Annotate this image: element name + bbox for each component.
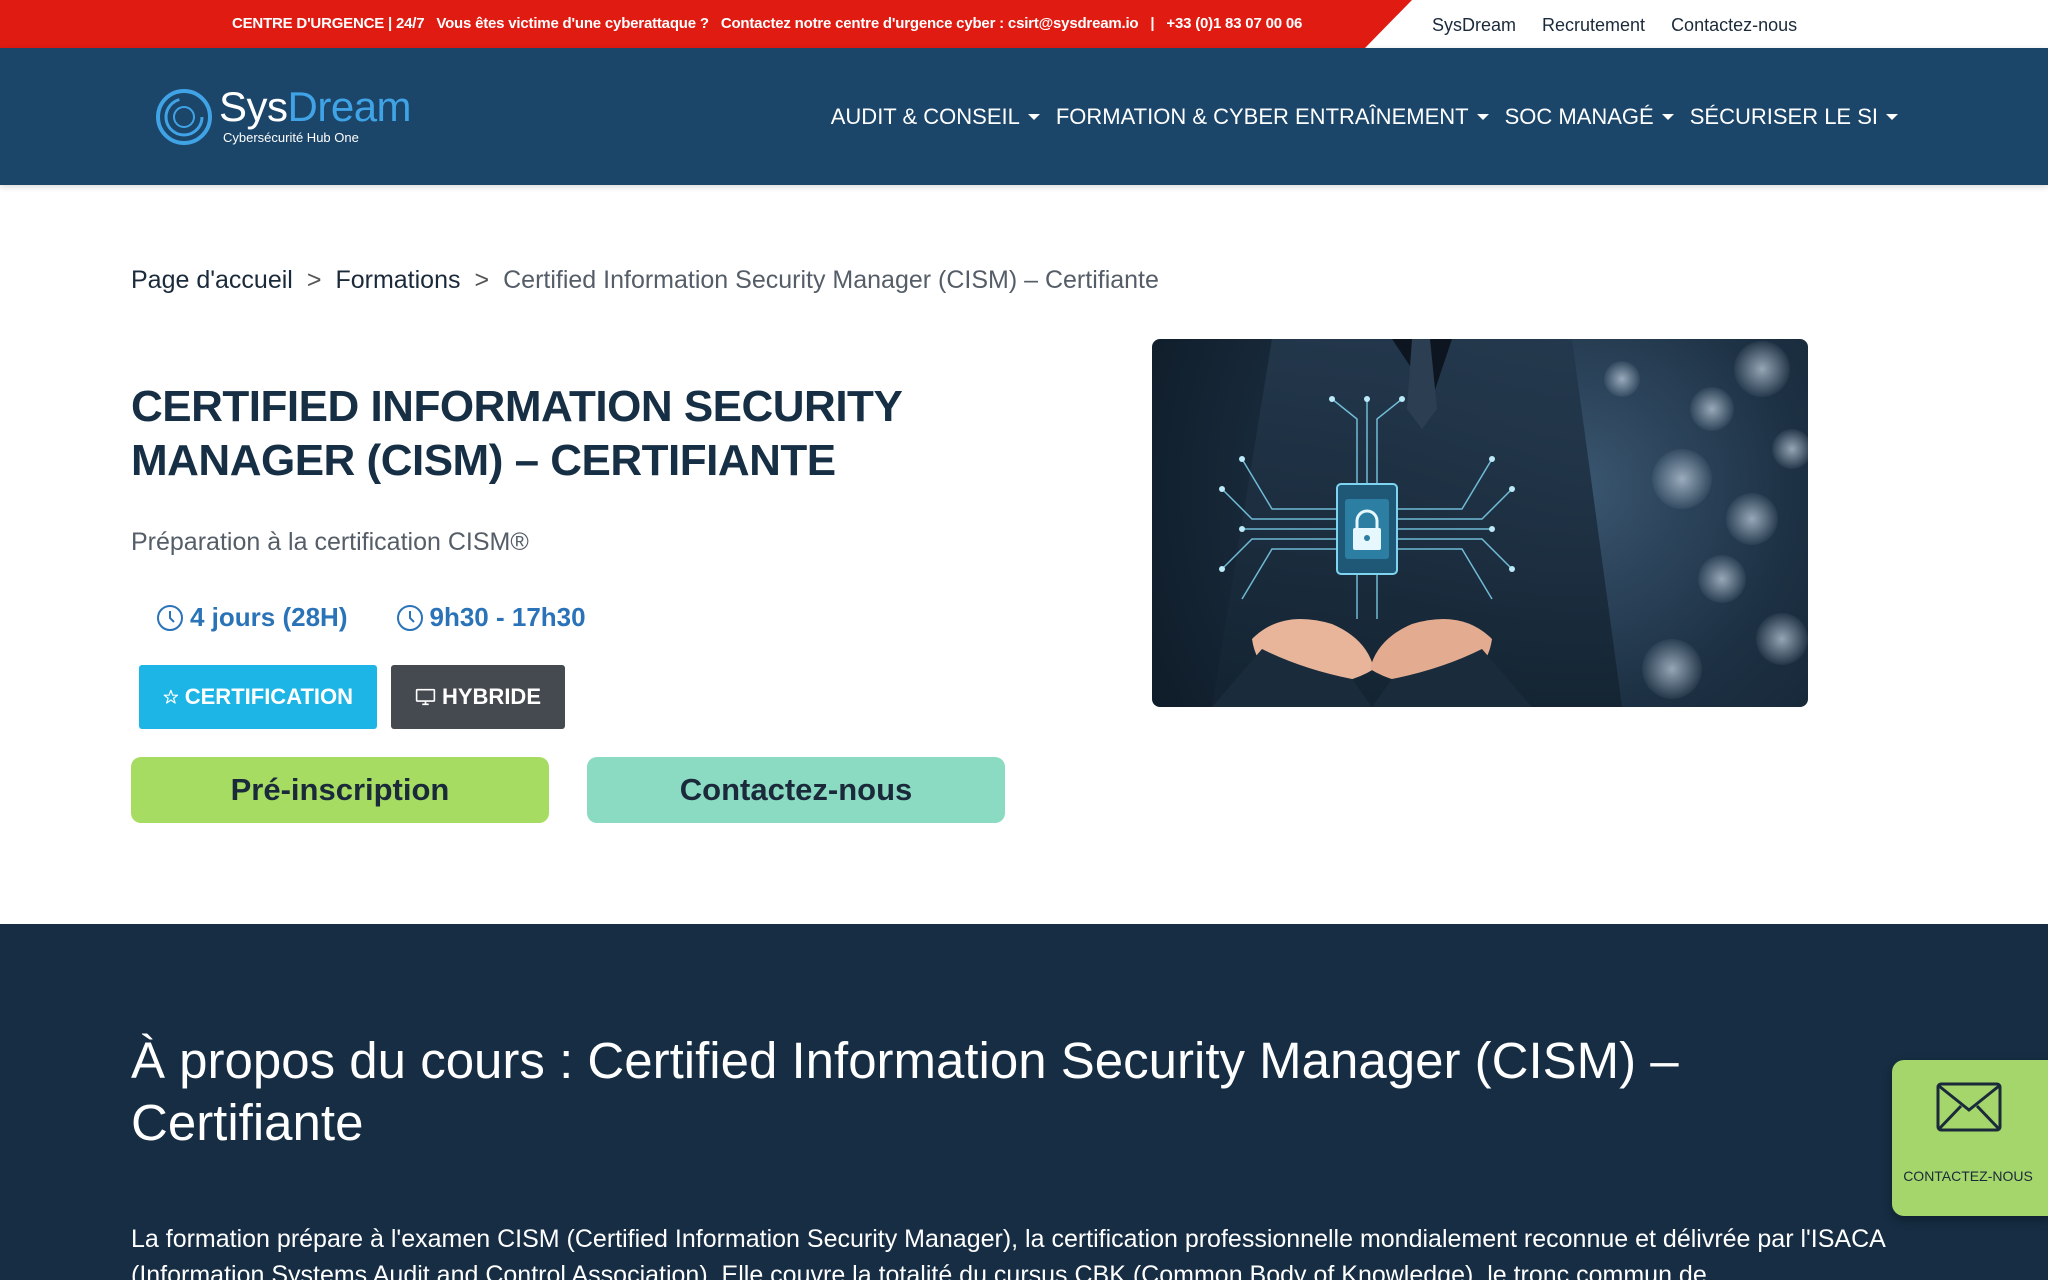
security-illustration: [1212, 339, 1808, 707]
chevron-down-icon: [1886, 114, 1898, 120]
monitor-icon: [415, 688, 436, 706]
nav-label: SÉCURISER LE SI: [1689, 104, 1878, 129]
nav-formation[interactable]: FORMATION & CYBER ENTRAÎNEMENT: [1056, 104, 1489, 130]
nav-audit-conseil[interactable]: AUDIT & CONSEIL: [831, 104, 1040, 130]
nav-label: AUDIT & CONSEIL: [830, 104, 1020, 129]
course-badges: CERTIFICATION HYBRIDE: [139, 665, 565, 729]
urgency-separator: |: [1150, 15, 1155, 32]
top-bar: CENTRE D'URGENCE | 24/7 Vous êtes victime…: [0, 0, 2048, 48]
certification-label: CERTIFICATION: [184, 684, 353, 709]
about-section: À propos du cours : Certified Informatio…: [0, 924, 2048, 1280]
breadcrumb-home[interactable]: Page d'accueil: [131, 266, 293, 295]
top-link-sysdream[interactable]: SysDream: [1432, 15, 1516, 36]
urgency-contact-link[interactable]: Contactez notre centre d'urgence cyber :…: [721, 15, 1139, 32]
pre-inscription-button[interactable]: Pré-inscription: [131, 757, 549, 823]
nav-label: SOC MANAGÉ: [1504, 104, 1654, 129]
site-header: SysDream Cybersécurité Hub One AUDIT & C…: [0, 48, 2048, 185]
breadcrumb-formations[interactable]: Formations: [335, 266, 460, 295]
sysdream-logo[interactable]: SysDream Cybersécurité Hub One: [155, 84, 425, 154]
duration-info: 4 jours (28H): [156, 602, 348, 633]
logo-tagline: Cybersécurité Hub One: [223, 130, 359, 145]
breadcrumb-separator: >: [306, 266, 322, 294]
breadcrumb-separator: >: [474, 266, 490, 294]
hero-image: [1152, 339, 1808, 707]
envelope-icon: [1936, 1082, 2002, 1132]
floating-contact-button[interactable]: CONTACTEZ-NOUS: [1892, 1060, 2048, 1216]
breadcrumb-current: Certified Information Security Manager (…: [503, 266, 1159, 294]
urgency-title: CENTRE D'URGENCE | 24/7: [232, 15, 425, 32]
main-nav: AUDIT & CONSEIL FORMATION & CYBER ENTRAÎ…: [831, 104, 1898, 130]
certification-badge: CERTIFICATION: [139, 665, 377, 729]
course-subtitle: Préparation à la certification CISM®: [131, 528, 529, 556]
urgency-text: CENTRE D'URGENCE | 24/7 Vous êtes victime…: [232, 15, 1314, 32]
urgency-question: Vous êtes victime d'une cyberattaque ?: [436, 15, 709, 32]
hours-info: 9h30 - 17h30: [396, 602, 586, 633]
logo-ring-icon: [156, 89, 212, 145]
breadcrumb: Page d'accueil > Formations > Certified …: [131, 266, 1159, 295]
contact-button[interactable]: Contactez-nous: [587, 757, 1005, 823]
course-meta: 4 jours (28H) 9h30 - 17h30: [156, 602, 586, 633]
nav-securiser-si[interactable]: SÉCURISER LE SI: [1690, 104, 1898, 130]
clock-icon: [157, 604, 183, 631]
floating-contact-label: CONTACTEZ-NOUS: [1903, 1168, 2033, 1184]
about-text: La formation prépare à l'examen CISM (Ce…: [131, 1225, 1885, 1280]
hours-text: 9h30 - 17h30: [429, 602, 586, 632]
top-links: SysDream Recrutement Contactez-nous: [1432, 15, 1797, 36]
top-link-recrutement[interactable]: Recrutement: [1542, 15, 1645, 36]
logo-dream: Dream: [287, 83, 412, 130]
logo-sys: Sys: [219, 83, 288, 130]
chevron-down-icon: [1661, 114, 1674, 120]
nav-soc-manage[interactable]: SOC MANAGÉ: [1505, 104, 1674, 130]
hybrid-badge: HYBRIDE: [391, 665, 565, 729]
top-link-contact[interactable]: Contactez-nous: [1671, 15, 1797, 36]
cta-row: Pré-inscription Contactez-nous: [131, 757, 1005, 823]
clock-icon: [396, 604, 423, 631]
urgency-phone[interactable]: +33 (0)1 83 07 00 06: [1166, 15, 1302, 32]
chevron-down-icon: [1027, 114, 1040, 120]
about-heading: À propos du cours : Certified Informatio…: [131, 1032, 1679, 1151]
nav-label: FORMATION & CYBER ENTRAÎNEMENT: [1055, 104, 1469, 129]
hybrid-label: HYBRIDE: [441, 684, 541, 709]
star-icon: [163, 689, 179, 704]
logo-wordmark: SysDream: [219, 83, 412, 130]
page-title: CERTIFIED INFORMATION SECURITY MANAGER (…: [131, 382, 902, 485]
duration-text: 4 jours (28H): [190, 602, 348, 632]
chevron-down-icon: [1476, 114, 1489, 120]
